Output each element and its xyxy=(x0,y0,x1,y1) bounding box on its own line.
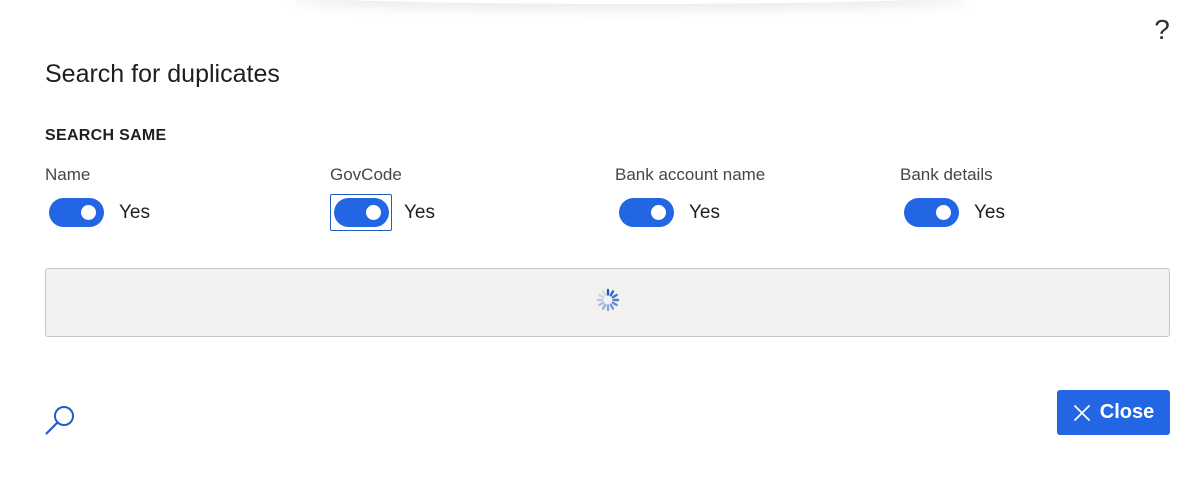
toggle-wrap-govcode xyxy=(330,194,392,231)
toggle-row-name: Yes xyxy=(45,194,150,231)
toggle-bank-details[interactable] xyxy=(903,198,959,227)
field-label-govcode: GovCode xyxy=(330,165,402,184)
spinner-icon xyxy=(596,288,620,312)
toggle-wrap-bank-account-name xyxy=(615,194,677,231)
results-loading-panel xyxy=(45,268,1170,337)
toggle-bank-account-name[interactable] xyxy=(618,198,674,227)
toggle-wrap-bank-details xyxy=(900,194,962,231)
field-govcode: GovCode Yes xyxy=(330,165,435,231)
toggle-value-bank-details: Yes xyxy=(974,201,1005,223)
close-icon xyxy=(1073,404,1090,421)
field-label-bank-details: Bank details xyxy=(900,165,993,184)
toggle-row-govcode: Yes xyxy=(330,194,435,231)
field-name: Name Yes xyxy=(45,165,150,227)
toggle-value-bank-account-name: Yes xyxy=(689,201,720,223)
toggle-knob xyxy=(935,205,951,220)
field-label-name: Name xyxy=(45,165,91,184)
close-button[interactable]: Close xyxy=(1057,390,1170,435)
search-icon[interactable] xyxy=(44,403,78,437)
close-button-label: Close xyxy=(1099,401,1155,423)
toggle-row-bank-account-name: Yes xyxy=(615,194,720,231)
help-icon[interactable]: ? xyxy=(1150,14,1174,46)
toggle-value-name: Yes xyxy=(119,201,150,223)
toggle-wrap-name xyxy=(45,194,107,231)
toggle-value-govcode: Yes xyxy=(404,201,435,223)
field-label-bank-account-name: Bank account name xyxy=(615,165,766,184)
field-bank-account-name: Bank account name Yes xyxy=(615,165,766,227)
dialog-top-shadow xyxy=(290,0,970,4)
field-bank-details: Bank details Yes xyxy=(900,165,1005,227)
toggle-name[interactable] xyxy=(48,198,104,227)
toggle-row-bank-details: Yes xyxy=(900,194,1005,231)
toggle-knob xyxy=(80,205,96,220)
search-duplicates-dialog: ? Search for duplicates SEARCH SAME Name… xyxy=(0,0,1196,489)
toggle-govcode[interactable] xyxy=(333,198,389,227)
toggle-knob xyxy=(650,205,666,220)
page-title: Search for duplicates xyxy=(45,60,280,88)
toggle-knob xyxy=(365,205,381,220)
section-label-search-same: SEARCH SAME xyxy=(45,127,167,144)
